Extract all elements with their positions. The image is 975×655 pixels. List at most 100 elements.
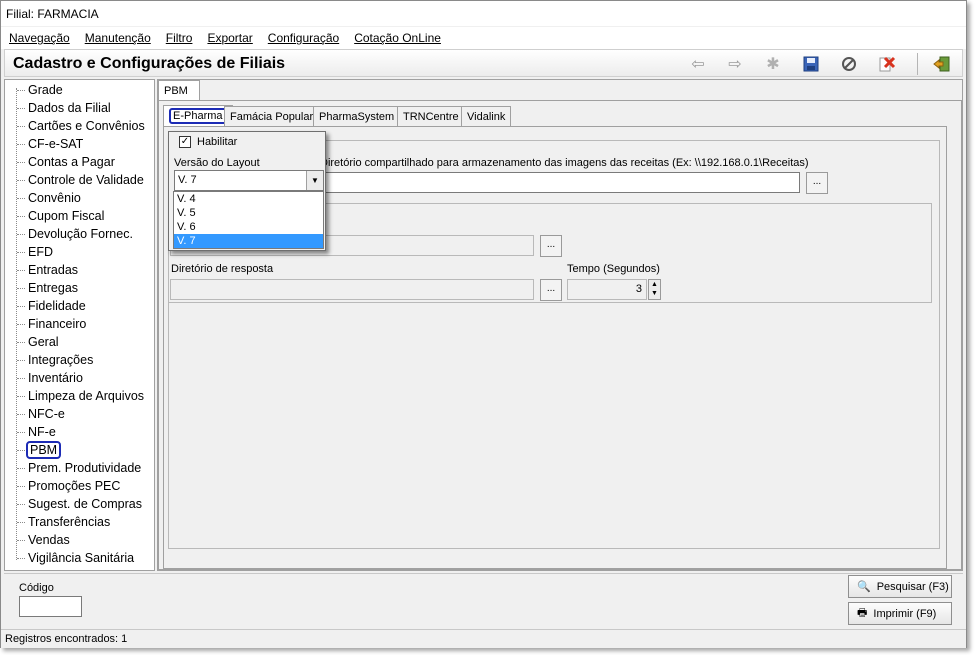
back-arrow-icon[interactable]: ⇦ [686,53,710,75]
diretorio-resposta-browse-button[interactable]: ... [540,279,562,301]
diretorio-compartilhado-label: Diretório compartilhado para armazenamen… [320,157,809,169]
sidebar-item-transfer-ncias[interactable]: Transferências [26,513,112,531]
tempo-label: Tempo (Segundos) [567,263,660,275]
chevron-down-icon[interactable]: ▼ [306,171,323,190]
sidebar-item-nfc-e[interactable]: NFC-e [26,405,67,423]
sidebar-item-promo-es-pec[interactable]: Promoções PEC [26,477,122,495]
tree-connector [17,180,25,181]
menu-exportar[interactable]: Exportar [199,27,259,49]
diretorio-envio-browse-button[interactable]: ... [540,235,562,257]
tab-pbm[interactable]: PBM [158,80,200,101]
tab-vidalink[interactable]: Vidalink [461,106,512,127]
versao-layout-dropdown: V. 4 V. 5 V. 6 V. 7 [173,191,324,249]
printer-icon: 🖶 [857,607,868,619]
sidebar-item-efd[interactable]: EFD [26,243,55,261]
menu-filtro[interactable]: Filtro [158,27,200,49]
tree-connector [17,342,25,343]
tempo-field[interactable]: 3 [567,279,647,300]
toolbar-separator [917,53,918,75]
window-title: Filial: FARMACIA [6,7,99,21]
sidebar-item-grade[interactable]: Grade [26,81,65,99]
codigo-field[interactable] [19,596,82,617]
menu-cotacao-online[interactable]: Cotação OnLine [346,27,448,49]
tree-connector [17,522,25,523]
tab-farmacia-popular-label: Famácia Popular [230,111,314,123]
tab-pharmasystem-label: PharmaSystem [319,111,395,123]
menu-configuracao[interactable]: Configuração [260,27,346,49]
pesquisar-button[interactable]: 🔍 Pesquisar (F3) [848,575,952,598]
sidebar-item-cf-e-sat[interactable]: CF-e-SAT [26,135,85,153]
sidebar-item-financeiro[interactable]: Financeiro [26,315,88,333]
tree-connector [17,378,25,379]
sidebar-item-limpeza-de-arquivos[interactable]: Limpeza de Arquivos [26,387,146,405]
forward-arrow-icon[interactable]: ⇨ [723,53,747,75]
imprimir-button[interactable]: 🖶 Imprimir (F9) [848,602,952,625]
habilitar-label: Habilitar [197,136,238,148]
sidebar-item-fidelidade[interactable]: Fidelidade [26,297,88,315]
tree-connector [17,288,25,289]
tab-vidalink-label: Vidalink [467,111,506,123]
cancel-icon[interactable] [837,53,861,75]
exit-icon[interactable] [930,53,954,75]
tree-connector [17,540,25,541]
versao-option[interactable]: V. 5 [174,206,323,220]
sidebar-item-entregas[interactable]: Entregas [26,279,80,297]
versao-option-selected[interactable]: V. 7 [174,234,323,248]
versao-layout-label: Versão do Layout [174,157,260,169]
tree-connector [17,234,25,235]
sidebar-item-devolu-o-fornec[interactable]: Devolução Fornec. [26,225,135,243]
magnifier-icon: 🔍 [857,581,871,593]
tab-trncentre[interactable]: TRNCentre [397,106,465,127]
diretorio-compartilhado-field[interactable] [320,172,800,193]
sidebar-item-conv-nio[interactable]: Convênio [26,189,83,207]
sidebar-item-contas-a-pagar[interactable]: Contas a Pagar [26,153,117,171]
status-bar: Registros encontrados: 1 [1,629,966,648]
sidebar-item-prem-produtividade[interactable]: Prem. Produtividade [26,459,143,477]
tree-connector [17,486,25,487]
versao-option[interactable]: V. 4 [174,192,323,206]
tree-connector [17,144,25,145]
tab-farmacia-popular[interactable]: Famácia Popular [224,106,320,127]
sidebar-item-integra-es[interactable]: Integrações [26,351,95,369]
tab-e-pharma[interactable]: E-Pharma [163,105,233,127]
diretorio-resposta-field[interactable] [170,279,534,300]
imprimir-label: Imprimir (F9) [873,607,937,620]
application-window: Filial: FARMACIA Navegação Manutenção Fi… [0,0,967,648]
sidebar-item-pbm[interactable]: PBM [26,441,62,459]
sidebar-item-entradas[interactable]: Entradas [26,261,80,279]
pesquisar-label: Pesquisar (F3) [876,580,949,593]
tree-connector [17,450,25,451]
sidebar-item-vigil-ncia-sanit-ria[interactable]: Vigilância Sanitária [26,549,136,567]
sidebar-item-vendas[interactable]: Vendas [26,531,72,549]
versao-layout-select[interactable]: V. 7 ▼ [174,170,324,191]
versao-option[interactable]: V. 6 [174,220,323,234]
new-record-icon[interactable]: ✱ [761,53,785,75]
tree-connector [17,504,25,505]
habilitar-checkbox[interactable]: ✓ [179,136,191,148]
tab-e-pharma-label: E-Pharma [169,108,227,124]
tab-trncentre-label: TRNCentre [403,111,459,123]
sidebar-item-nf-e[interactable]: NF-e [26,423,58,441]
save-icon[interactable] [799,53,823,75]
diretorio-resposta-label: Diretório de resposta [171,263,274,275]
sidebar-item-dados-da-filial[interactable]: Dados da Filial [26,99,113,117]
sidebar-item-cupom-fiscal[interactable]: Cupom Fiscal [26,207,106,225]
menu-manutencao[interactable]: Manutenção [77,27,158,49]
menu-navegacao[interactable]: Navegação [1,27,77,49]
delete-icon[interactable] [875,53,899,75]
tempo-spinner[interactable]: ▲ ▼ [648,279,661,300]
sidebar-item-geral[interactable]: Geral [26,333,61,351]
sidebar-item-cart-es-e-conv-nios[interactable]: Cartões e Convênios [26,117,147,135]
sidebar-item-sugest-de-compras[interactable]: Sugest. de Compras [26,495,144,513]
sidebar-item-invent-rio[interactable]: Inventário [26,369,85,387]
tab-pbm-label: PBM [164,85,188,97]
tab-pharmasystem[interactable]: PharmaSystem [313,106,401,127]
page-title: Cadastro e Configurações de Filiais [13,55,286,72]
tree-connector [17,90,25,91]
bottom-search-area: Código 🔍 Pesquisar (F3) 🖶 Imprimir (F9) [4,573,963,628]
tree-connector [17,558,25,559]
sidebar-tree: Grade Dados da Filial Cartões e Convênios C… [4,79,155,571]
sidebar-item-controle-de-validade[interactable]: Controle de Validade [26,171,146,189]
tree-connector [17,306,25,307]
diretorio-compartilhado-browse-button[interactable]: ... [806,172,828,194]
